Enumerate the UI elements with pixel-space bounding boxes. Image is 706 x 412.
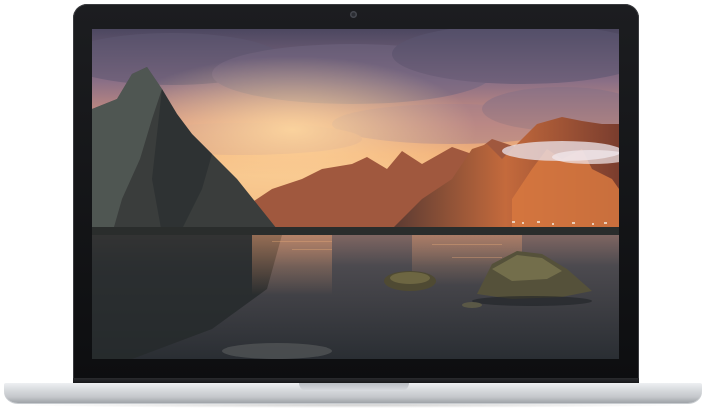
wallpaper-mountain-lake-icon bbox=[92, 29, 619, 359]
laptop-product-photo bbox=[0, 0, 706, 412]
lid-open-notch bbox=[299, 383, 409, 391]
webcam-icon bbox=[350, 11, 357, 18]
laptop-screen bbox=[92, 29, 619, 359]
